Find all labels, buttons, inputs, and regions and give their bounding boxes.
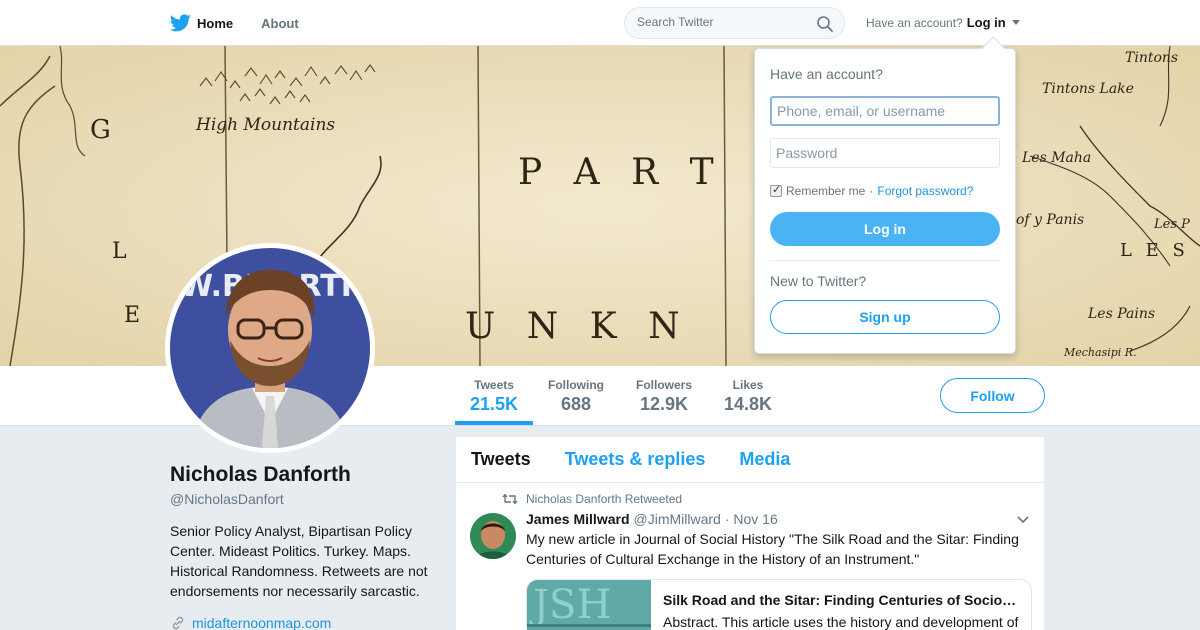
nav-about[interactable]: About — [261, 16, 299, 31]
nav-left: Home About — [170, 0, 299, 46]
tweet-date[interactable]: · Nov 16 — [725, 511, 778, 527]
divider — [770, 260, 1000, 261]
stat-tweets[interactable]: Tweets 21.5K — [470, 378, 518, 415]
active-tab-underline — [455, 421, 533, 425]
forgot-password-link[interactable]: Forgot password? — [877, 184, 973, 198]
stat-followers[interactable]: Followers 12.9K — [636, 378, 692, 415]
chevron-down-icon[interactable] — [1017, 516, 1029, 524]
top-nav: Home About Have an account? Log in — [0, 0, 1200, 46]
map-label-panis: of y Panis — [1016, 212, 1084, 228]
map-label-les-maha: Les Maha — [1021, 150, 1091, 166]
map-label-tintons-lake: Tintons Lake — [1042, 81, 1134, 97]
tweet-header: James Millward @JimMillward · Nov 16 — [526, 511, 778, 527]
timeline: Tweets Tweets & replies Media Nicholas D… — [456, 437, 1044, 630]
map-label-e: E — [124, 303, 140, 328]
stat-tweets-label: Tweets — [474, 378, 514, 392]
map-label-les-pains: Les Pains — [1087, 306, 1155, 322]
stat-likes-value: 14.8K — [724, 394, 773, 414]
link-card-description: Abstract. This article uses the history … — [663, 614, 1019, 630]
tweet-author-name[interactable]: James Millward — [526, 511, 630, 527]
timeline-tabs: Tweets Tweets & replies Media — [456, 437, 1044, 483]
login-button[interactable]: Log in — [770, 212, 1000, 246]
map-label-unkn: U N K N — [465, 306, 690, 347]
profile-name[interactable]: Nicholas Danforth — [170, 463, 351, 487]
avatar[interactable]: W.BIPARTISA — [165, 243, 375, 453]
tab-media[interactable]: Media — [739, 449, 790, 470]
password-field[interactable] — [770, 138, 1000, 168]
twitter-bird-icon — [170, 14, 191, 32]
map-label-mechasipi: Mechasipi R. — [1063, 346, 1137, 359]
search-icon[interactable] — [816, 15, 834, 33]
avatar-image: W.BIPARTISA — [170, 248, 370, 448]
remember-me-label[interactable]: Remember me — [786, 184, 865, 198]
tweet-text: My new article in Journal of Social Hist… — [526, 531, 1019, 567]
remember-me-checkbox[interactable] — [770, 183, 782, 197]
login-link[interactable]: Log in — [967, 15, 1006, 30]
link-card[interactable]: JSH Silk Road and the Sitar: Finding Cen… — [526, 579, 1032, 630]
stat-likes[interactable]: Likes 14.8K — [724, 378, 772, 415]
profile-url[interactable]: midafternoonmap.com — [170, 615, 331, 630]
retweet-icon — [502, 493, 518, 505]
follow-button[interactable]: Follow — [940, 378, 1045, 413]
journal-cover-text: JSH — [529, 582, 611, 628]
remember-separator: · — [869, 184, 874, 198]
stat-following-value: 688 — [560, 394, 592, 414]
map-label-les: L E S — [1120, 240, 1189, 261]
stat-likes-label: Likes — [732, 378, 764, 392]
search-box[interactable] — [624, 7, 845, 39]
tweet-author-handle[interactable]: @JimMillward — [634, 511, 721, 527]
stat-followers-value: 12.9K — [639, 394, 689, 414]
stat-following[interactable]: Following 688 — [548, 378, 604, 415]
caret-down-icon — [1011, 20, 1020, 25]
link-icon — [172, 616, 184, 630]
stat-following-label: Following — [548, 378, 604, 392]
account-prompt: Have an account? — [866, 15, 963, 30]
tab-tweets-replies[interactable]: Tweets & replies — [565, 449, 706, 470]
username-field[interactable] — [770, 96, 1000, 126]
nav-about-label: About — [261, 15, 299, 31]
new-to-twitter-label: New to Twitter? — [770, 273, 867, 289]
profile-bio: Senior Policy Analyst, Bipartisan Policy… — [170, 523, 428, 599]
search-input[interactable] — [637, 15, 807, 29]
map-label-g: G — [90, 115, 111, 145]
map-label-les-p: Les P — [1153, 217, 1190, 232]
nav-home[interactable]: Home — [170, 14, 233, 32]
link-card-thumbnail: JSH — [527, 580, 651, 630]
map-label-mountains: High Mountains — [195, 115, 335, 135]
login-dropdown-title: Have an account? — [770, 66, 883, 82]
journal-cover-image: JSH — [527, 580, 651, 630]
nav-home-label: Home — [197, 15, 234, 31]
tweet-author-avatar[interactable] — [470, 513, 516, 559]
retweet-context[interactable]: Nicholas Danforth Retweeted — [502, 492, 682, 506]
map-label-tintons: Tintons — [1125, 50, 1178, 66]
link-card-title: Silk Road and the Sitar: Finding Centuri… — [663, 592, 1017, 608]
map-label-l: L — [112, 239, 127, 264]
tweet-author-avatar-image — [470, 513, 516, 559]
login-dropdown: Have an account? Remember me · Forgot pa… — [754, 48, 1016, 354]
profile-url-text[interactable]: midafternoonmap.com — [192, 615, 331, 630]
profile-handle[interactable]: @NicholasDanfort — [170, 491, 284, 507]
retweet-context-text: Nicholas Danforth Retweeted — [526, 492, 683, 506]
map-label-part: P A R T — [518, 152, 724, 193]
tab-tweets[interactable]: Tweets — [471, 449, 531, 470]
remember-me-row: Remember me · Forgot password? — [770, 183, 973, 198]
signup-button[interactable]: Sign up — [770, 300, 1000, 334]
stat-tweets-value: 21.5K — [470, 394, 519, 414]
stat-followers-label: Followers — [636, 378, 693, 392]
account-menu[interactable]: Have an account? Log in — [866, 15, 1020, 30]
